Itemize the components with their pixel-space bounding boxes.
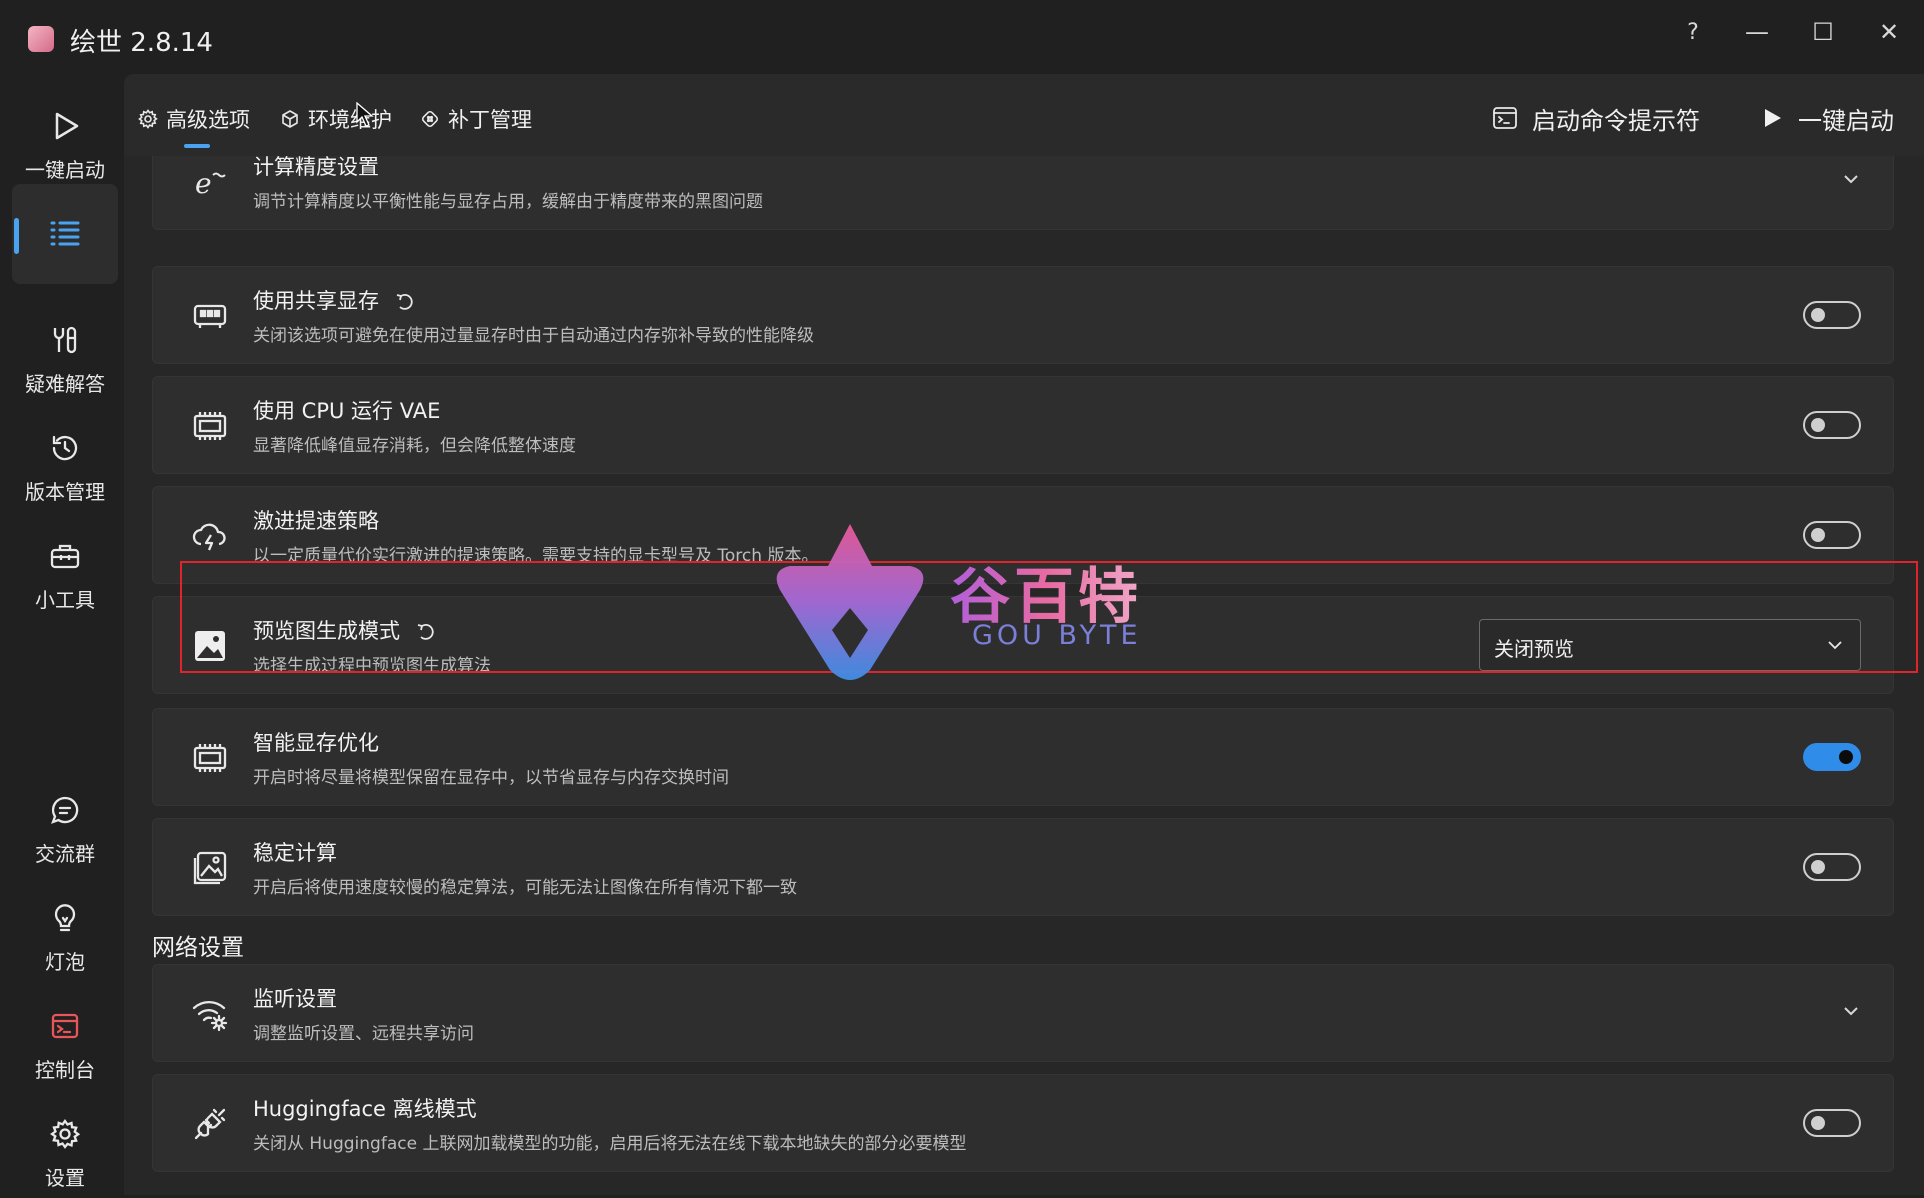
chip-icon xyxy=(191,739,229,777)
gear-icon xyxy=(12,1116,118,1152)
setting-title: 激进提速策略 xyxy=(253,509,379,533)
sidebar-item-advanced[interactable] xyxy=(12,184,118,284)
play-icon xyxy=(1765,109,1781,127)
setting-desc: 显著降低峰值显存消耗，但会降低整体速度 xyxy=(253,436,576,456)
shared-vram-toggle[interactable] xyxy=(1803,301,1861,329)
cube-icon xyxy=(282,110,298,128)
chat-icon xyxy=(12,792,118,828)
mouse-cursor-icon xyxy=(356,102,374,127)
wifi-gear-icon xyxy=(191,995,229,1033)
sidebar-item-label: 控制台 xyxy=(35,1058,95,1082)
maximize-button[interactable]: ☐ xyxy=(1798,12,1848,52)
gear-icon xyxy=(138,109,158,129)
sidebar-item-console[interactable]: 控制台 xyxy=(12,990,118,1090)
setting-desc: 调整监听设置、远程共享访问 xyxy=(253,1024,474,1044)
setting-title: 计算精度设置 xyxy=(253,156,379,179)
reset-icon[interactable] xyxy=(394,292,414,312)
setting-title: 监听设置 xyxy=(253,987,337,1011)
cpu-vae-toggle[interactable] xyxy=(1803,411,1861,439)
setting-listen[interactable]: 监听设置 调整监听设置、远程共享访问 xyxy=(152,964,1894,1062)
sidebar-item-settings[interactable]: 设置 xyxy=(12,1098,118,1198)
setting-title: 使用共享显存 xyxy=(253,285,414,315)
setting-desc: 关闭该选项可避免在使用过量显存时由于自动通过内存弥补导致的性能降级 xyxy=(253,326,814,346)
patch-icon xyxy=(421,110,439,128)
sidebar-item-troubleshoot[interactable]: 疑难解答 xyxy=(12,304,118,404)
tab-label: 环境维护 xyxy=(308,108,392,132)
setting-precision[interactable]: e 计算精度设置 调节计算精度以平衡性能与显存占用，缓解由于精度带来的黑图问题 xyxy=(152,156,1894,230)
sidebar-item-label: 版本管理 xyxy=(25,480,105,504)
history-icon xyxy=(12,430,118,466)
sidebar-item-versions[interactable]: 版本管理 xyxy=(12,412,118,512)
chevron-down-icon[interactable] xyxy=(1839,999,1863,1023)
one-click-launch-label: 一键启动 xyxy=(1798,106,1894,135)
top-toolbar: 高级选项 环境维护 补丁管理 启动命令提示符 一键启动 xyxy=(124,74,1924,156)
one-click-launch-button[interactable]: 一键启动 xyxy=(1760,98,1894,138)
close-button[interactable]: ✕ xyxy=(1864,12,1914,52)
setting-title: 智能显存优化 xyxy=(253,731,379,755)
launch-cmd-label: 启动命令提示符 xyxy=(1532,106,1700,135)
setting-smart-vram: 智能显存优化 开启时将尽量将模型保留在显存中，以节省显存与内存交换时间 xyxy=(152,708,1894,806)
app-logo-icon xyxy=(28,26,54,52)
smart-vram-toggle[interactable] xyxy=(1803,743,1861,771)
tab-label: 补丁管理 xyxy=(448,108,532,132)
setting-desc: 调节计算精度以平衡性能与显存占用，缓解由于精度带来的黑图问题 xyxy=(253,192,763,212)
stable-compute-toggle[interactable] xyxy=(1803,853,1861,881)
help-button[interactable]: ? xyxy=(1668,12,1718,52)
gpu-memory-icon xyxy=(191,297,229,335)
setting-title-text: 使用共享显存 xyxy=(253,289,379,313)
list-icon xyxy=(12,216,118,252)
play-icon xyxy=(12,108,118,144)
setting-desc: 开启后将使用速度较慢的稳定算法，可能无法让图像在所有情况下都一致 xyxy=(253,878,797,898)
sidebar-item-tools[interactable]: 小工具 xyxy=(12,520,118,620)
watermark-subtext: GOU BYTE xyxy=(972,620,1142,651)
sidebar-item-label: 交流群 xyxy=(35,842,95,866)
bulb-icon xyxy=(12,900,118,936)
aggressive-speedup-toggle[interactable] xyxy=(1803,521,1861,549)
setting-desc: 关闭从 Huggingface 上联网加载模型的功能，启用后将无法在线下载本地缺… xyxy=(253,1134,967,1154)
setting-stable-compute: 稳定计算 开启后将使用速度较慢的稳定算法，可能无法让图像在所有情况下都一致 xyxy=(152,818,1894,916)
active-tab-indicator xyxy=(184,144,210,148)
stable-image-icon xyxy=(191,849,229,887)
title-bar: 绘世 2.8.14 ? — ☐ ✕ xyxy=(0,0,1924,74)
sidebar-item-label: 设置 xyxy=(45,1166,85,1190)
console-icon xyxy=(12,1008,118,1044)
cloud-speed-icon xyxy=(191,517,229,555)
setting-shared-vram: 使用共享显存 关闭该选项可避免在使用过量显存时由于自动通过内存弥补导致的性能降级 xyxy=(152,266,1894,364)
sidebar-item-label: 疑难解答 xyxy=(25,372,105,396)
sidebar-item-community[interactable]: 交流群 xyxy=(12,774,118,874)
tab-label: 高级选项 xyxy=(166,108,250,132)
launch-cmd-button[interactable]: 启动命令提示符 xyxy=(1492,98,1700,138)
chevron-down-icon[interactable] xyxy=(1839,167,1863,191)
sidebar-item-launch[interactable]: 一键启动 xyxy=(12,90,118,190)
tab-environment[interactable]: 环境维护 xyxy=(280,102,392,136)
setting-title: 使用 CPU 运行 VAE xyxy=(253,399,441,423)
setting-desc: 开启时将尽量将模型保留在显存中，以节省显存与内存交换时间 xyxy=(253,768,729,788)
window-title: 绘世 2.8.14 xyxy=(70,28,213,58)
sidebar-item-label: 小工具 xyxy=(35,588,95,612)
setting-cpu-vae: 使用 CPU 运行 VAE 显著降低峰值显存消耗，但会降低整体速度 xyxy=(152,376,1894,474)
plug-icon xyxy=(191,1105,229,1143)
sidebar-item-label: 一键启动 xyxy=(25,158,105,182)
setting-title: Huggingface 离线模式 xyxy=(253,1097,477,1121)
wrench-icon xyxy=(12,322,118,358)
toolbox-icon xyxy=(12,538,118,574)
sidebar-item-label: 灯泡 xyxy=(45,950,85,974)
watermark-logo xyxy=(776,524,924,680)
section-title-network: 网络设置 xyxy=(152,935,244,961)
tab-patches[interactable]: 补丁管理 xyxy=(420,102,532,136)
setting-title: 稳定计算 xyxy=(253,841,337,865)
tab-advanced-options[interactable]: 高级选项 xyxy=(138,102,250,136)
precision-icon: e xyxy=(191,163,229,201)
setting-hf-offline: Huggingface 离线模式 关闭从 Huggingface 上联网加载模型… xyxy=(152,1074,1894,1172)
settings-list: e 计算精度设置 调节计算精度以平衡性能与显存占用，缓解由于精度带来的黑图问题 … xyxy=(124,156,1924,1195)
terminal-icon xyxy=(1493,107,1517,129)
minimize-button[interactable]: — xyxy=(1732,12,1782,52)
cpu-icon xyxy=(191,407,229,445)
sidebar-item-bulb[interactable]: 灯泡 xyxy=(12,882,118,982)
hf-offline-toggle[interactable] xyxy=(1803,1109,1861,1137)
svg-text:e: e xyxy=(195,167,212,199)
sidebar: 一键启动 疑难解答 版本管理 小工具 交流群 灯泡 控制台 设置 xyxy=(0,74,124,1195)
